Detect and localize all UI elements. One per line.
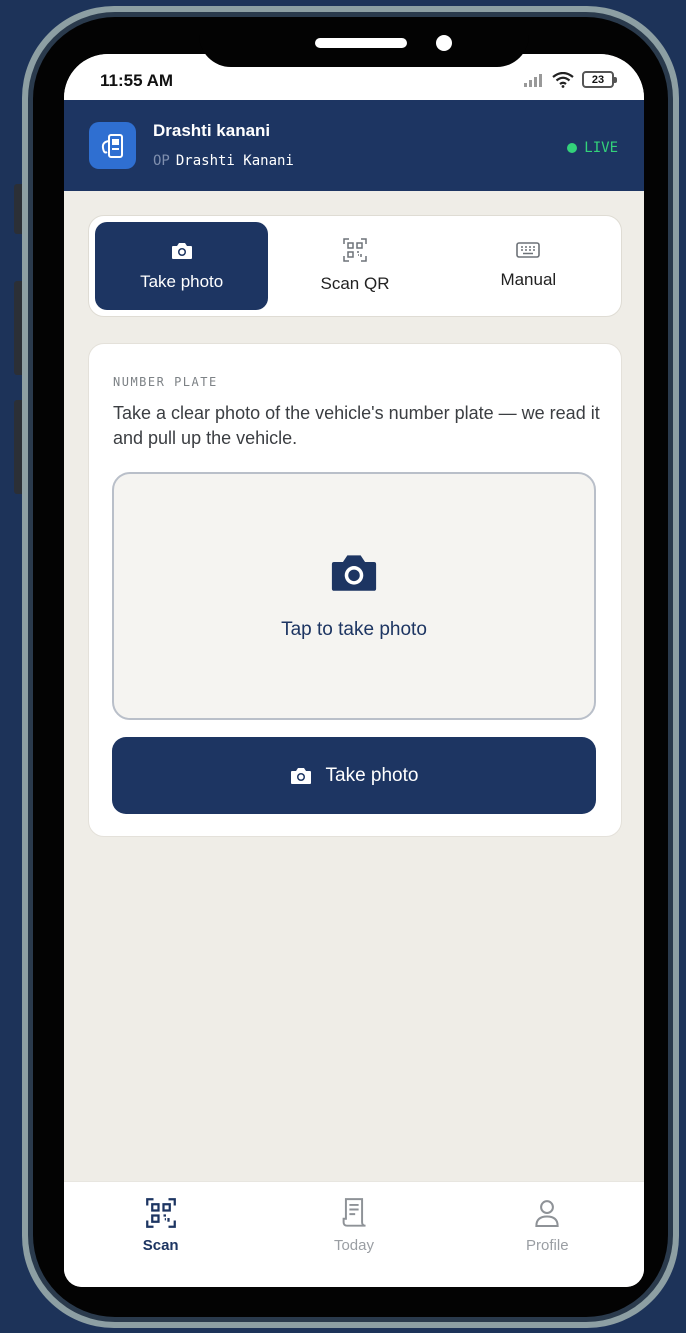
nav-label: Today [333, 1237, 374, 1254]
photo-area-label: Tap to take photo [281, 619, 427, 640]
nav-label: Profile [526, 1237, 569, 1254]
tab-label: Manual [500, 270, 557, 289]
camera-icon [290, 768, 311, 784]
nav-item-profile[interactable]: Profile [451, 1182, 644, 1287]
operator-prefix: OP [153, 153, 170, 169]
photo-capture-area[interactable]: Tap to take photo [112, 472, 596, 720]
front-camera [436, 35, 452, 51]
take-photo-button[interactable]: Take photo [112, 737, 596, 814]
live-dot-icon [567, 143, 578, 153]
tab-label: Scan QR [320, 274, 390, 293]
bottom-nav: Scan Today Profile [64, 1181, 644, 1287]
battery-icon: 23 [582, 71, 617, 88]
phone-notch [199, 17, 529, 67]
operator-line: OP Drashti Kanani [153, 153, 294, 169]
qr-scan-icon [145, 1198, 176, 1228]
signal-icon [524, 73, 544, 87]
button-label: Take photo [325, 764, 419, 786]
tab-label: Take photo [140, 271, 224, 291]
keyboard-icon [516, 242, 541, 258]
tab-manual[interactable]: Manual [442, 222, 615, 310]
fuel-pump-icon [89, 122, 136, 169]
wifi-icon [552, 71, 574, 88]
mode-tabs: Take photo Scan QR Manual [88, 215, 622, 317]
speaker-grille [315, 38, 407, 48]
camera-icon [171, 242, 192, 259]
number-plate-card: NUMBER PLATE Take a clear photo of the v… [88, 343, 622, 837]
nav-item-scan[interactable]: Scan [64, 1182, 257, 1287]
user-name: Drashti kanani [153, 121, 271, 140]
card-description: Take a clear photo of the vehicle's numb… [113, 403, 600, 448]
operator-name: Drashti Kanani [175, 153, 294, 169]
nav-label: Scan [142, 1237, 179, 1254]
camera-icon [331, 555, 377, 591]
app-header: Drashti kanani OP Drashti Kanani LIVE [64, 100, 644, 191]
live-status: LIVE [567, 140, 618, 156]
phone-frame: 11:55 AM 23 Drashti kanani OP Drashti Ka… [22, 6, 679, 1328]
app-screen: 11:55 AM 23 Drashti kanani OP Drashti Ka… [64, 54, 644, 1287]
tab-scan-qr[interactable]: Scan QR [268, 222, 441, 310]
qr-code-icon [343, 238, 367, 262]
nav-item-today[interactable]: Today [257, 1182, 450, 1287]
status-time: 11:55 AM [100, 71, 174, 90]
user-icon [535, 1200, 559, 1228]
tab-take-photo[interactable]: Take photo [95, 222, 269, 310]
live-label: LIVE [584, 140, 618, 156]
receipt-icon [342, 1198, 366, 1227]
section-label: NUMBER PLATE [113, 375, 218, 389]
